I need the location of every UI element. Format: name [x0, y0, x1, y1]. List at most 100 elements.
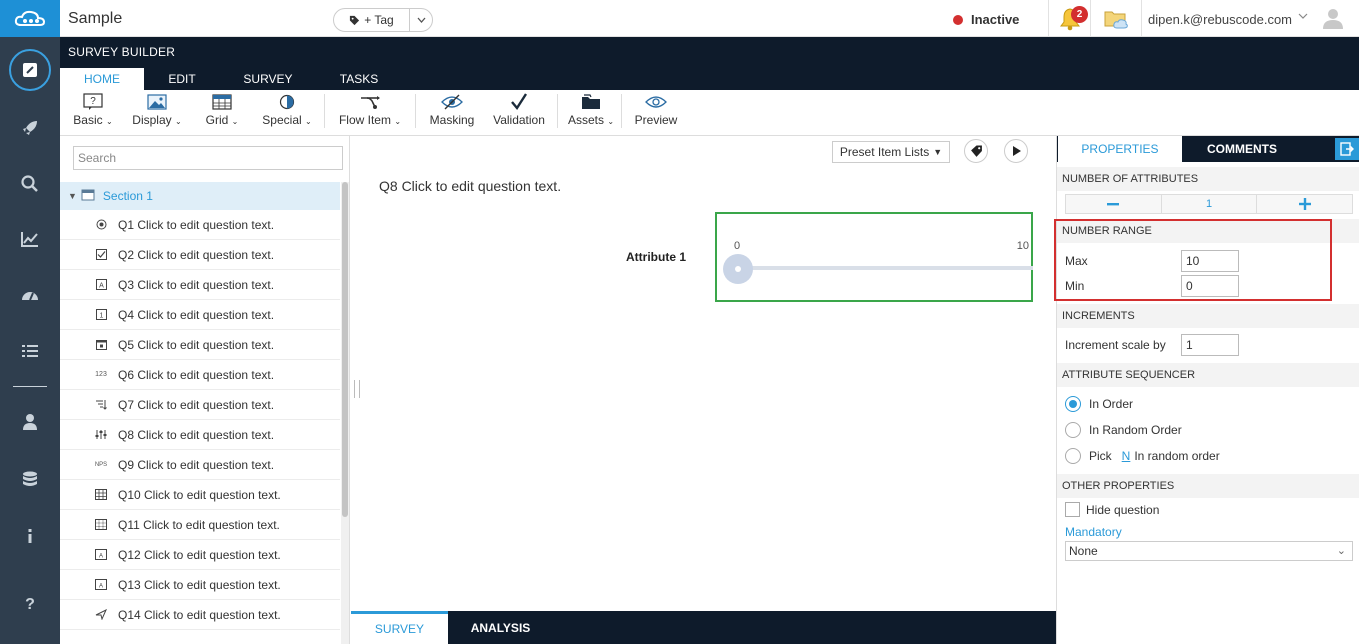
- attributes-count: 1: [1160, 195, 1257, 213]
- question-item-q9[interactable]: NPS Q9 Click to edit question text.: [60, 450, 340, 480]
- validation-button[interactable]: Validation: [486, 92, 552, 132]
- question-text[interactable]: Q8 Click to edit question text.: [379, 178, 561, 194]
- question-item-q3[interactable]: A Q3 Click to edit question text.: [60, 270, 340, 300]
- collapse-panel-button[interactable]: [1335, 138, 1359, 160]
- app-logo[interactable]: [0, 0, 60, 37]
- assets-button[interactable]: Assets ⌄: [563, 92, 619, 132]
- sequence-random-option[interactable]: In Random Order: [1065, 422, 1182, 438]
- attribute-label[interactable]: Attribute 1: [626, 250, 686, 264]
- user-menu-chevron-icon[interactable]: [1298, 11, 1308, 22]
- caret-down-icon: ▼: [933, 147, 943, 157]
- top-header: Sample + Tag Inactive 2 dipen.k@rebuscod…: [60, 0, 1359, 37]
- add-tag-button[interactable]: + Tag: [334, 9, 410, 31]
- special-button[interactable]: Special ⌄: [258, 92, 316, 132]
- tag-question-button[interactable]: [964, 139, 988, 163]
- help-icon: ?: [25, 596, 35, 613]
- rail-survey-builder-button[interactable]: [0, 49, 60, 91]
- radio-unselected[interactable]: [1065, 422, 1081, 438]
- tab-properties[interactable]: PROPERTIES: [1058, 136, 1182, 162]
- flow-item-label: Flow Item: [338, 113, 391, 127]
- slider-handle[interactable]: [723, 254, 753, 284]
- notification-badge: 2: [1071, 6, 1088, 23]
- question-item-q13[interactable]: A Q13 Click to edit question text.: [60, 570, 340, 600]
- rail-database-button[interactable]: [0, 460, 60, 500]
- slider-track[interactable]: [737, 266, 1033, 270]
- survey-status[interactable]: Inactive: [953, 12, 1019, 27]
- rail-dashboard-button[interactable]: [0, 276, 60, 316]
- tag-selector[interactable]: + Tag: [333, 8, 433, 32]
- basic-question-icon: ?: [83, 93, 103, 110]
- tag-icon: [970, 145, 982, 157]
- increment-input[interactable]: [1181, 334, 1239, 356]
- rail-analytics-button[interactable]: [0, 219, 60, 259]
- random-order-label: In Random Order: [1089, 423, 1182, 437]
- chevron-down-icon: ⌄: [231, 117, 239, 126]
- tab-survey[interactable]: SURVEY: [230, 68, 306, 90]
- tree-scrollbar[interactable]: [341, 182, 349, 644]
- preset-item-lists-dropdown[interactable]: Preset Item Lists ▼: [832, 141, 950, 163]
- question-item-q10[interactable]: Q10 Click to edit question text.: [60, 480, 340, 510]
- section-row[interactable]: ▼ Section 1: [60, 182, 340, 210]
- question-item-q7[interactable]: Q7 Click to edit question text.: [60, 390, 340, 420]
- svg-text:A: A: [99, 554, 103, 560]
- play-preview-button[interactable]: [1004, 139, 1028, 163]
- user-avatar[interactable]: [1322, 7, 1344, 32]
- question-label: Q13 Click to edit question text.: [118, 577, 281, 592]
- rail-search-button[interactable]: [0, 164, 60, 204]
- tab-edit[interactable]: EDIT: [144, 68, 220, 90]
- user-icon: [23, 414, 37, 430]
- tab-analysis[interactable]: ANALYSIS: [454, 611, 547, 644]
- question-item-q4[interactable]: 1 Q4 Click to edit question text.: [60, 300, 340, 330]
- pick-n-link[interactable]: N: [1122, 449, 1131, 463]
- question-item-q6[interactable]: 123 Q6 Click to edit question text.: [60, 360, 340, 390]
- bottom-tab-bar: SURVEY ANALYSIS: [351, 611, 1056, 644]
- sequence-pick-n-option[interactable]: Pick N In random order: [1065, 448, 1220, 464]
- rail-launch-button[interactable]: [0, 108, 60, 148]
- tag-dropdown-button[interactable]: [410, 9, 432, 31]
- radio-selected[interactable]: [1065, 396, 1081, 412]
- basic-button[interactable]: ? Basic ⌄: [68, 92, 118, 132]
- rail-user-button[interactable]: [0, 402, 60, 442]
- question-item-q5[interactable]: Q5 Click to edit question text.: [60, 330, 340, 360]
- projects-button[interactable]: [1090, 0, 1142, 37]
- decrement-attributes-button[interactable]: [1066, 195, 1161, 213]
- tag-icon: [350, 15, 360, 25]
- user-email[interactable]: dipen.k@rebuscode.com: [1148, 12, 1292, 27]
- question-item-q14[interactable]: Q14 Click to edit question text.: [60, 600, 340, 630]
- question-item-q11[interactable]: Q11 Click to edit question text.: [60, 510, 340, 540]
- question-item-q12[interactable]: A Q12 Click to edit question text.: [60, 540, 340, 570]
- preview-button[interactable]: Preview: [628, 92, 684, 132]
- question-search-input[interactable]: [73, 146, 343, 170]
- scrollbar-thumb[interactable]: [342, 182, 348, 517]
- tab-tasks[interactable]: TASKS: [321, 68, 397, 90]
- tab-home[interactable]: HOME: [60, 68, 144, 90]
- masking-button[interactable]: Masking: [424, 92, 480, 132]
- info-icon: [28, 529, 32, 543]
- question-item-q8[interactable]: Q8 Click to edit question text.: [60, 420, 340, 450]
- grid-button[interactable]: Grid ⌄: [200, 92, 244, 132]
- rail-info-button[interactable]: [0, 516, 60, 556]
- sequence-in-order-option[interactable]: In Order: [1065, 396, 1133, 412]
- increment-attributes-button[interactable]: [1256, 195, 1352, 213]
- survey-title[interactable]: Sample: [68, 10, 122, 28]
- mandatory-select[interactable]: None ⌄: [1065, 541, 1353, 561]
- flow-item-button[interactable]: Flow Item ⌄: [332, 92, 408, 132]
- display-button[interactable]: Display ⌄: [128, 92, 186, 132]
- hide-question-checkbox[interactable]: [1065, 502, 1080, 517]
- search-icon: [21, 175, 38, 192]
- question-item-q1[interactable]: Q1 Click to edit question text.: [60, 210, 340, 240]
- collapse-chevron-icon[interactable]: ▼: [68, 191, 77, 201]
- tab-survey-view[interactable]: SURVEY: [351, 611, 448, 644]
- question-item-q2[interactable]: Q2 Click to edit question text.: [60, 240, 340, 270]
- panel-splitter[interactable]: [354, 380, 360, 398]
- notifications-button[interactable]: 2: [1048, 0, 1090, 37]
- rail-help-button[interactable]: ?: [0, 583, 60, 623]
- numeric-123-icon: 123: [95, 371, 107, 378]
- hide-question-option[interactable]: Hide question: [1065, 502, 1159, 517]
- question-label: Q6 Click to edit question text.: [118, 367, 275, 382]
- radio-unselected[interactable]: [1065, 448, 1081, 464]
- preview-label: Preview: [634, 113, 678, 127]
- rail-list-button[interactable]: [0, 331, 60, 371]
- tab-comments[interactable]: COMMENTS: [1182, 136, 1302, 162]
- question-label: Q12 Click to edit question text.: [118, 547, 281, 562]
